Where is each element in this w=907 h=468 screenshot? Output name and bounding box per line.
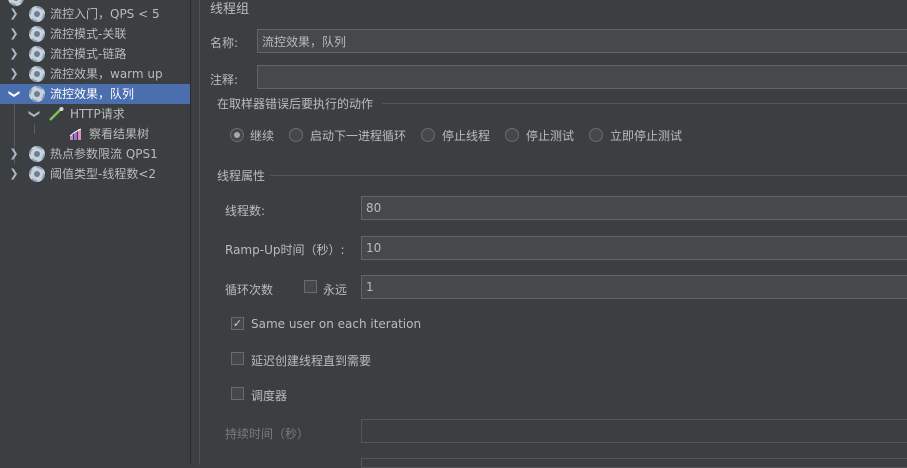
- tree-item-label: 热点参数限流 QPS1: [50, 147, 158, 161]
- gear-icon: [29, 86, 45, 102]
- radio-start-next-loop[interactable]: [289, 128, 303, 142]
- split-divider[interactable]: [190, 0, 191, 465]
- radio-stop-thread-label[interactable]: 停止线程: [442, 127, 490, 144]
- group-divider: [382, 103, 907, 104]
- tree-item-8[interactable]: ❯ 阈值类型-线程数<2: [0, 164, 190, 184]
- chart-icon: [69, 128, 82, 140]
- pipette-icon: [49, 107, 64, 121]
- radio-continue[interactable]: [230, 128, 244, 142]
- group-divider: [270, 175, 907, 176]
- thread-props-group-label: 线程属性: [217, 169, 266, 183]
- chevron-right-icon[interactable]: ❯: [8, 4, 20, 24]
- name-label: 名称:: [210, 36, 239, 50]
- threads-label: 线程数:: [225, 204, 266, 218]
- loop-count-field[interactable]: [361, 275, 907, 299]
- same-user-checkbox[interactable]: ✓: [231, 317, 244, 330]
- comment-label: 注释:: [210, 73, 239, 87]
- same-user-label[interactable]: Same user on each iteration: [251, 317, 421, 331]
- tree-item-2[interactable]: ❯ 流控模式-链路: [0, 44, 190, 64]
- radio-stop-test-label[interactable]: 停止测试: [526, 127, 574, 144]
- chevron-down-icon[interactable]: ❯: [4, 88, 24, 100]
- tree-item-label: HTTP请求: [70, 107, 125, 121]
- chevron-right-icon[interactable]: ❯: [8, 164, 20, 184]
- duration-label: 持续时间（秒）: [225, 427, 310, 441]
- tree-item-label: 流控模式-链路: [50, 47, 127, 61]
- tree-item-6[interactable]: 察看结果树: [0, 124, 190, 144]
- delay-thread-creation-checkbox[interactable]: [231, 352, 244, 365]
- thread-group-panel: 线程组 名称: 注释: 在取样器错误后要执行的动作 继续 启动下一进程循环 停止…: [200, 0, 907, 468]
- gear-icon: [29, 166, 45, 182]
- chevron-right-icon[interactable]: ❯: [8, 44, 20, 64]
- name-field[interactable]: [257, 29, 907, 53]
- chevron-right-icon[interactable]: ❯: [8, 24, 20, 44]
- radio-continue-label[interactable]: 继续: [250, 127, 274, 144]
- scheduler-label[interactable]: 调度器: [251, 387, 287, 404]
- startup-delay-field[interactable]: [361, 458, 907, 468]
- gear-icon: [29, 6, 45, 22]
- tree-item-label: 察看结果树: [89, 127, 150, 141]
- rampup-field[interactable]: [361, 236, 907, 260]
- forever-checkbox[interactable]: [304, 280, 317, 293]
- comment-field[interactable]: [257, 65, 907, 89]
- radio-stop-thread[interactable]: [421, 128, 435, 142]
- gear-icon: [29, 26, 45, 42]
- duration-field[interactable]: [361, 419, 907, 443]
- delay-thread-creation-label[interactable]: 延迟创建线程直到需要: [251, 352, 371, 369]
- tree-item-0[interactable]: ❯ 流控入门，QPS < 5: [0, 4, 190, 24]
- tree-item-4-selected[interactable]: ❯ 流控效果，队列: [0, 84, 190, 104]
- tree-item-label: 阈值类型-线程数<2: [50, 167, 157, 181]
- rampup-label: Ramp-Up时间（秒）:: [225, 243, 345, 257]
- chevron-down-icon[interactable]: ❯: [24, 108, 44, 120]
- forever-label[interactable]: 永远: [323, 281, 347, 298]
- tree-item-5[interactable]: ❯ HTTP请求: [0, 104, 190, 124]
- error-action-group-label: 在取样器错误后要执行的动作: [217, 97, 374, 111]
- loop-count-label: 循环次数: [225, 283, 274, 297]
- chevron-right-icon[interactable]: ❯: [8, 144, 20, 164]
- test-plan-tree: ❯ 流控入门，QPS < 5 ❯ 流控模式-关联 ❯ 流控模式-链路 ❯ 流控效…: [0, 0, 190, 465]
- threads-field[interactable]: [361, 196, 907, 220]
- tree-item-label: 流控模式-关联: [50, 27, 127, 41]
- chevron-right-icon[interactable]: ❯: [8, 64, 20, 84]
- tree-item-label: 流控入门，QPS < 5: [50, 7, 160, 21]
- gear-icon: [29, 66, 45, 82]
- radio-stop-test[interactable]: [505, 128, 519, 142]
- radio-stop-test-now-label[interactable]: 立即停止测试: [610, 127, 682, 144]
- panel-title: 线程组: [210, 2, 250, 17]
- gear-icon: [29, 146, 45, 162]
- scheduler-checkbox[interactable]: [231, 387, 244, 400]
- tree-item-label: 流控效果，warm up: [50, 67, 163, 81]
- tree-item-3[interactable]: ❯ 流控效果，warm up: [0, 64, 190, 84]
- radio-start-next-loop-label[interactable]: 启动下一进程循环: [310, 127, 406, 144]
- gear-icon: [29, 46, 45, 62]
- tree-item-label: 流控效果，队列: [50, 87, 135, 101]
- tree-item-1[interactable]: ❯ 流控模式-关联: [0, 24, 190, 44]
- tree-item-7[interactable]: ❯ 热点参数限流 QPS1: [0, 144, 190, 164]
- radio-stop-test-now[interactable]: [589, 128, 603, 142]
